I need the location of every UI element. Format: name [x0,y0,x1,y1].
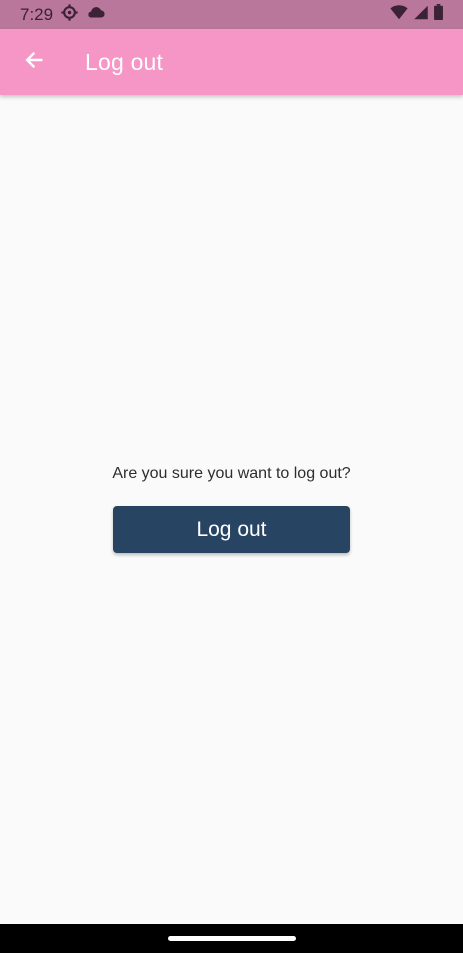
app-bar: Log out [0,29,463,95]
arrow-left-icon [23,49,45,76]
settings-gear-icon [61,3,78,26]
cloud-icon [86,5,105,24]
status-right-icons [390,4,443,25]
home-gesture-handle[interactable] [167,936,296,941]
status-bar: 7:29 [0,0,463,29]
status-time: 7:29 [20,4,54,24]
page-title: Log out [85,48,164,75]
back-button[interactable] [0,29,68,95]
battery-icon [434,4,443,25]
wifi-icon [390,4,408,25]
cell-signal-icon [413,5,429,25]
logout-prompt: Are you sure you want to log out? [112,465,351,482]
logout-button[interactable]: Log out [113,506,350,553]
navigation-bar [0,924,463,953]
logout-screen: 7:29 Log out Are you sure you want to lo… [0,0,463,953]
main-content: Are you sure you want to log out? Log ou… [0,95,463,924]
status-left-icons [61,3,105,26]
